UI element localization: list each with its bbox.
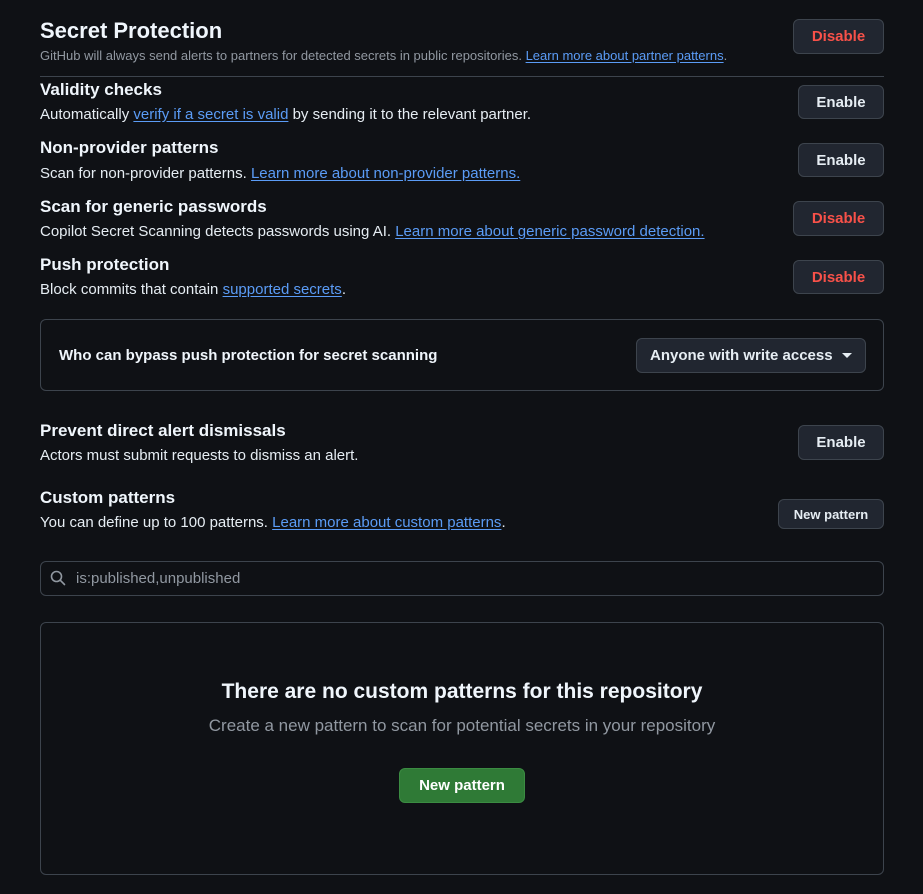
non-provider-title: Non-provider patterns	[40, 138, 219, 157]
custom-patterns-title: Custom patterns	[40, 488, 176, 507]
new-pattern-header-button[interactable]: New pattern	[778, 499, 884, 529]
pattern-search-field[interactable]: is:published,unpublished	[40, 561, 884, 596]
validity-checks-description: Automatically verify if a secret is vali…	[40, 106, 532, 123]
secret-protection-title: Secret Protection	[40, 18, 223, 43]
validity-checks-enable-button[interactable]: Enable	[798, 85, 884, 119]
secret-protection-disable-button[interactable]: Disable	[793, 19, 884, 54]
custom-patterns-description: You can define up to 100 patterns. Learn…	[40, 514, 506, 531]
custom-patterns-link[interactable]: Learn more about custom patterns	[272, 514, 501, 531]
generic-password-link[interactable]: Learn more about generic password detect…	[395, 223, 704, 240]
generic-passwords-title: Scan for generic passwords	[40, 197, 267, 216]
triangle-down-icon	[841, 353, 852, 358]
supported-secrets-link[interactable]: supported secrets	[223, 281, 342, 298]
search-icon	[50, 570, 66, 586]
non-provider-enable-button[interactable]: Enable	[798, 143, 884, 177]
push-protection-disable-button[interactable]: Disable	[793, 260, 884, 294]
dismissals-description: Actors must submit requests to dismiss a…	[40, 447, 359, 464]
empty-state-box: There are no custom patterns for this re…	[40, 622, 884, 875]
search-input[interactable]: is:published,unpublished	[76, 570, 240, 587]
empty-state-title: There are no custom patterns for this re…	[221, 680, 703, 703]
bypass-dropdown-value: Anyone with write access	[650, 347, 833, 364]
secret-protection-description: GitHub will always send alerts to partne…	[40, 48, 728, 63]
non-provider-description: Scan for non-provider patterns. Learn mo…	[40, 165, 521, 182]
generic-passwords-disable-button[interactable]: Disable	[793, 201, 884, 236]
verify-secret-link[interactable]: verify if a secret is valid	[133, 106, 288, 123]
generic-passwords-description: Copilot Secret Scanning detects password…	[40, 223, 705, 240]
push-protection-title: Push protection	[40, 255, 170, 274]
push-protection-description: Block commits that contain supported sec…	[40, 281, 346, 298]
bypass-label: Who can bypass push protection for secre…	[59, 347, 438, 364]
new-pattern-button[interactable]: New pattern	[399, 768, 525, 803]
dismissals-enable-button[interactable]: Enable	[798, 425, 884, 460]
validity-checks-title: Validity checks	[40, 80, 162, 99]
divider	[40, 76, 884, 77]
secret-protection-text: GitHub will always send alerts to partne…	[40, 48, 522, 63]
empty-state-description: Create a new pattern to scan for potenti…	[208, 716, 716, 735]
dismissals-title: Prevent direct alert dismissals	[40, 421, 286, 440]
bypass-box: Who can bypass push protection for secre…	[40, 319, 884, 391]
partner-patterns-link[interactable]: Learn more about partner patterns	[526, 48, 724, 63]
bypass-dropdown[interactable]: Anyone with write access	[636, 338, 866, 373]
non-provider-link[interactable]: Learn more about non-provider patterns.	[251, 165, 520, 182]
